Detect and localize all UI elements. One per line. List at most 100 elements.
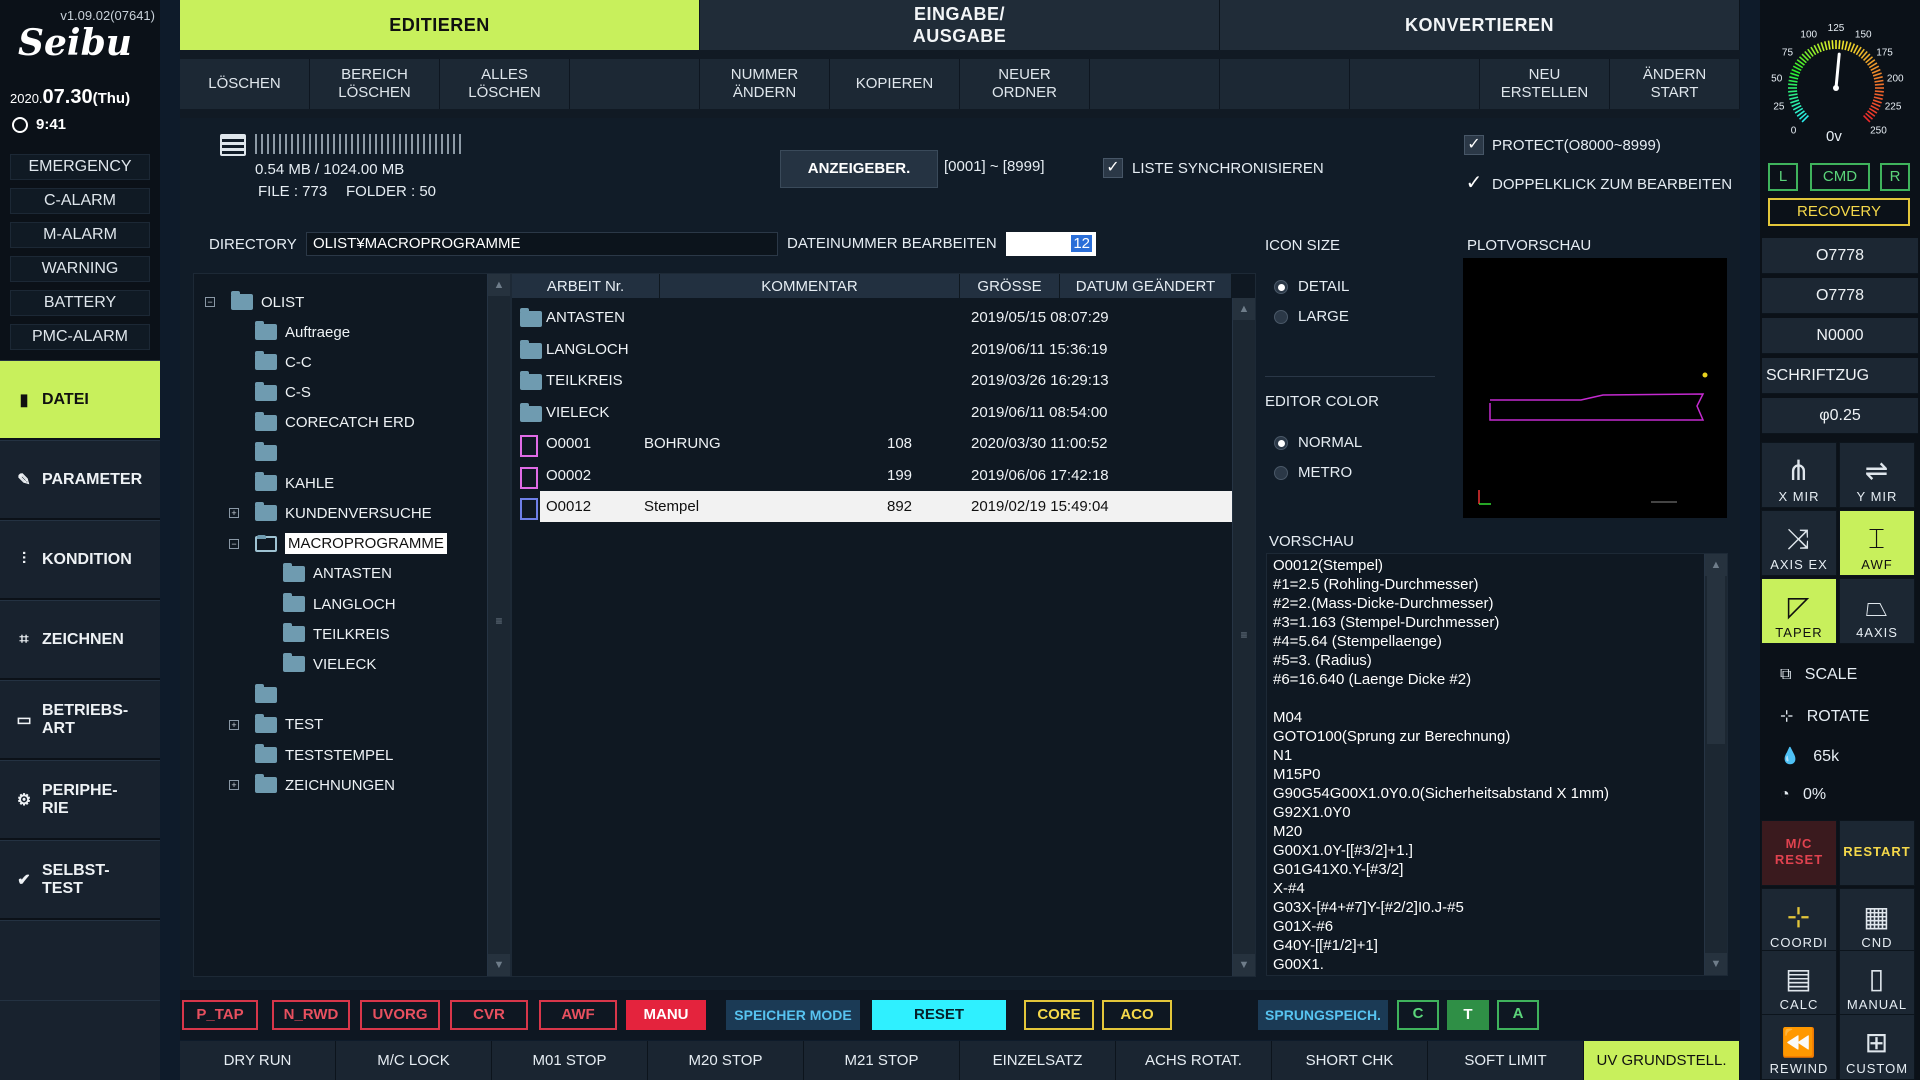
- collapse-icon[interactable]: −: [205, 297, 215, 307]
- nav-kondition[interactable]: ⫶ KONDITION: [0, 520, 160, 598]
- tree-item[interactable]: Auftraege: [229, 317, 350, 347]
- radio-large[interactable]: LARGE: [1274, 308, 1349, 325]
- expand-icon[interactable]: +: [229, 719, 239, 730]
- table-row[interactable]: TEILKREIS 2019/03/26 16:29:13: [512, 365, 1232, 396]
- alarm-warning[interactable]: WARNING: [10, 256, 150, 282]
- tree-item[interactable]: − MACROPROGRAMME: [229, 529, 447, 559]
- radio-detail[interactable]: DETAIL: [1274, 278, 1349, 295]
- function-key[interactable]: M01 STOP: [492, 1041, 648, 1080]
- function-key[interactable]: M20 STOP: [648, 1041, 804, 1080]
- tree-item[interactable]: TESTSTEMPEL: [229, 740, 393, 770]
- nav-selbsttest[interactable]: ✔ SELBST- TEST: [0, 840, 160, 918]
- function-key[interactable]: SHORT CHK: [1272, 1041, 1428, 1080]
- protect-checkbox[interactable]: ✓: [1464, 135, 1484, 155]
- tree-item[interactable]: [229, 438, 285, 468]
- alarm-battery[interactable]: BATTERY: [10, 290, 150, 316]
- tree-item[interactable]: ANTASTEN: [257, 559, 392, 589]
- mode-n-rwd[interactable]: N_RWD: [272, 1000, 350, 1030]
- col-header-number[interactable]: ARBEIT Nr.: [512, 274, 660, 298]
- axis-exchange-button[interactable]: ⤨ AXIS EX: [1761, 510, 1837, 576]
- table-row[interactable]: ANTASTEN 2019/05/15 08:07:29: [512, 302, 1232, 333]
- scroll-down-icon[interactable]: ▼: [1233, 954, 1255, 976]
- mode-awf[interactable]: AWF: [539, 1000, 617, 1030]
- tree-item[interactable]: LANGLOCH: [257, 589, 396, 619]
- nav-betriebsart[interactable]: ▭ BETRIEBS- ART: [0, 680, 160, 758]
- code-preview[interactable]: O0012(Stempel) #1=2.5 (Rohling-Durchmesse…: [1266, 553, 1728, 976]
- tree-item[interactable]: C-S: [229, 378, 311, 408]
- scroll-up-icon[interactable]: ▲: [1233, 298, 1255, 320]
- tree-item[interactable]: TEILKREIS: [257, 619, 390, 649]
- delete-button[interactable]: LÖSCHEN: [180, 59, 310, 109]
- col-header-size[interactable]: GRÖSSE: [960, 274, 1060, 298]
- rewind-button[interactable]: ⏪ REWIND: [1761, 1014, 1837, 1080]
- awf-button[interactable]: ⌶ AWF: [1839, 510, 1915, 576]
- function-key[interactable]: ACHS ROTAT.: [1116, 1041, 1272, 1080]
- nav-parameter[interactable]: ✎ PARAMETER: [0, 440, 160, 518]
- tree-item[interactable]: + ZEICHNUNGEN: [229, 770, 395, 800]
- tab-editieren[interactable]: EDITIEREN: [180, 0, 700, 50]
- alarm-emergency[interactable]: EMERGENCY: [10, 154, 150, 180]
- scroll-up-icon[interactable]: ▲: [1705, 554, 1727, 576]
- mode-uvorg[interactable]: UVORG: [360, 1000, 440, 1030]
- calc-button[interactable]: ▤ CALC: [1761, 950, 1837, 1016]
- mc-reset-button[interactable]: M/C RESET: [1761, 820, 1837, 886]
- collapse-icon[interactable]: −: [229, 538, 239, 549]
- edit-number-field[interactable]: 12: [1006, 232, 1096, 256]
- table-row[interactable]: LANGLOCH 2019/06/11 15:36:19: [512, 334, 1232, 365]
- expand-icon[interactable]: +: [229, 780, 239, 791]
- tree-scrollbar[interactable]: ▲ ≡ ▼: [487, 274, 510, 976]
- recovery-button[interactable]: RECOVERY: [1768, 198, 1910, 226]
- tree-item[interactable]: + TEST: [229, 710, 323, 740]
- create-new-button[interactable]: NEU ERSTELLEN: [1480, 59, 1610, 109]
- tree-item[interactable]: [229, 680, 285, 710]
- tab-konvertieren[interactable]: KONVERTIEREN: [1220, 0, 1740, 50]
- custom-button[interactable]: ⊞ CUSTOM: [1839, 1014, 1915, 1080]
- scroll-grip-icon[interactable]: ≡: [1233, 628, 1255, 642]
- scroll-down-icon[interactable]: ▼: [1705, 953, 1727, 975]
- tree-item[interactable]: KAHLE: [229, 468, 334, 498]
- function-key[interactable]: SOFT LIMIT: [1428, 1041, 1584, 1080]
- mode-p-tap[interactable]: P_TAP: [182, 1000, 258, 1030]
- table-row[interactable]: VIELECK 2019/06/11 08:54:00: [512, 397, 1232, 428]
- scroll-grip-icon[interactable]: ≡: [488, 614, 510, 628]
- mode-t[interactable]: T: [1447, 1000, 1489, 1030]
- four-axis-button[interactable]: ⏢ 4AXIS: [1839, 578, 1915, 644]
- mode-manu[interactable]: MANU: [626, 1000, 706, 1030]
- code-scrollbar[interactable]: ▲ ▼: [1704, 554, 1727, 975]
- nav-peripherie[interactable]: ⚙ PERIPHE- RIE: [0, 760, 160, 838]
- mode-cvr[interactable]: CVR: [450, 1000, 528, 1030]
- mode-aco[interactable]: ACO: [1102, 1000, 1172, 1030]
- table-row[interactable]: O0012 Stempel 892 2019/02/19 15:49:04: [512, 491, 1232, 522]
- copy-button[interactable]: KOPIEREN: [830, 59, 960, 109]
- cnd-button[interactable]: ▦ CND: [1839, 888, 1915, 954]
- sync-checkbox[interactable]: ✓: [1103, 158, 1123, 178]
- display-range-button[interactable]: ANZEIGEBER.: [780, 150, 938, 188]
- range-delete-button[interactable]: BEREICH LÖSCHEN: [310, 59, 440, 109]
- scroll-down-icon[interactable]: ▼: [488, 954, 510, 976]
- table-row[interactable]: O0002 199 2019/06/06 17:42:18: [512, 460, 1232, 491]
- dblclick-checkbox[interactable]: ✓: [1464, 173, 1484, 194]
- table-row[interactable]: O0001 BOHRUNG 108 2020/03/30 11:00:52: [512, 428, 1232, 459]
- reset-button[interactable]: RESET: [872, 1000, 1006, 1030]
- radio-normal[interactable]: NORMAL: [1274, 434, 1362, 451]
- alarm-pmc[interactable]: PMC-ALARM: [10, 324, 150, 350]
- tree-item[interactable]: − OLIST: [205, 287, 304, 317]
- coordi-button[interactable]: ⊹ COORDI: [1761, 888, 1837, 954]
- taper-button[interactable]: ◸ TAPER: [1761, 578, 1837, 644]
- scale-row[interactable]: ⧉ SCALE: [1780, 666, 1857, 684]
- tree-item[interactable]: + KUNDENVERSUCHE: [229, 498, 432, 528]
- all-delete-button[interactable]: ALLES LÖSCHEN: [440, 59, 570, 109]
- x-mirror-button[interactable]: ⋔ X MIR: [1761, 442, 1837, 508]
- function-key[interactable]: EINZELSATZ: [960, 1041, 1116, 1080]
- plot-preview[interactable]: [1463, 258, 1727, 518]
- file-scrollbar[interactable]: ▲ ≡ ▼: [1232, 298, 1255, 976]
- cmd-button[interactable]: CMD: [1810, 163, 1870, 191]
- scroll-up-icon[interactable]: ▲: [488, 274, 510, 296]
- expand-icon[interactable]: +: [229, 508, 239, 519]
- tree-item[interactable]: C-C: [229, 347, 312, 377]
- nav-datei[interactable]: ▮ DATEI: [0, 360, 160, 438]
- function-key[interactable]: M21 STOP: [804, 1041, 960, 1080]
- function-key[interactable]: DRY RUN: [180, 1041, 336, 1080]
- mode-core[interactable]: CORE: [1024, 1000, 1094, 1030]
- nav-zeichnen[interactable]: ⌗ ZEICHNEN: [0, 600, 160, 678]
